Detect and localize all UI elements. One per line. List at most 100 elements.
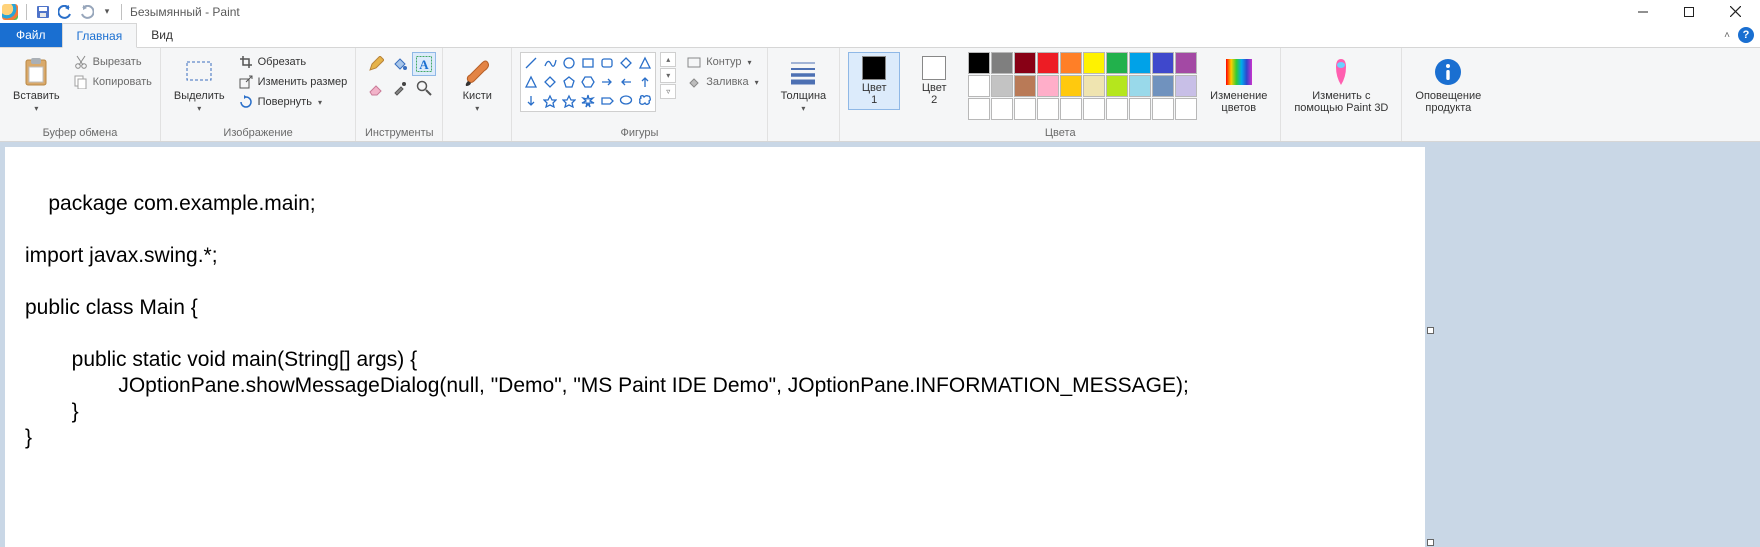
shape-item[interactable]	[522, 73, 540, 91]
shape-item[interactable]	[617, 92, 635, 110]
shape-item[interactable]	[579, 73, 597, 91]
save-icon[interactable]	[35, 4, 51, 20]
file-tab[interactable]: Файл	[0, 23, 62, 47]
open-paint3d-button[interactable]: Изменить с помощью Paint 3D	[1289, 52, 1393, 118]
palette-swatch[interactable]	[1037, 52, 1059, 74]
edit-colors-button[interactable]: Изменение цветов	[1205, 52, 1272, 118]
qat-customize-icon[interactable]: ▾	[101, 4, 113, 20]
palette-swatch[interactable]	[1014, 98, 1036, 120]
color1-button[interactable]: Цвет 1	[848, 52, 900, 110]
tool-eraser[interactable]	[364, 76, 388, 100]
crop-button[interactable]: Обрезать	[238, 52, 348, 72]
shape-item[interactable]	[522, 92, 540, 110]
shape-fill-button[interactable]: Заливка ▾	[686, 72, 758, 92]
canvas[interactable]: package com.example.main; import javax.s…	[5, 147, 1425, 547]
shape-item[interactable]	[541, 54, 559, 72]
palette-swatch[interactable]	[968, 98, 990, 120]
palette-swatch[interactable]	[991, 98, 1013, 120]
shape-item[interactable]	[579, 54, 597, 72]
shapes-scroll-up[interactable]: ▴	[660, 52, 676, 67]
tab-view[interactable]: Вид	[137, 23, 187, 47]
canvas-workspace[interactable]: package com.example.main; import javax.s…	[0, 142, 1760, 547]
resize-handle-right[interactable]	[1427, 327, 1434, 334]
product-notice-button[interactable]: Оповещение продукта	[1410, 52, 1486, 118]
resize-button[interactable]: Изменить размер	[238, 72, 348, 92]
brush-icon	[461, 56, 493, 88]
palette-swatch[interactable]	[1175, 75, 1197, 97]
maximize-button[interactable]	[1666, 0, 1712, 23]
palette-swatch[interactable]	[1014, 52, 1036, 74]
shape-item[interactable]	[617, 73, 635, 91]
shapes-scroll-down[interactable]: ▾	[660, 68, 676, 83]
tool-pencil[interactable]	[364, 52, 388, 76]
copy-button[interactable]: Копировать	[73, 72, 152, 92]
palette-swatch[interactable]	[1106, 75, 1128, 97]
paste-button[interactable]: Вставить ▾	[8, 52, 65, 117]
tool-magnifier[interactable]	[412, 76, 436, 100]
thickness-button[interactable]: Толщина ▾	[776, 52, 832, 117]
tab-home[interactable]: Главная	[62, 23, 138, 48]
palette-swatch[interactable]	[991, 75, 1013, 97]
resize-handle-corner[interactable]	[1427, 539, 1434, 546]
palette-swatch[interactable]	[1014, 75, 1036, 97]
palette-swatch[interactable]	[1152, 52, 1174, 74]
collapse-ribbon-icon[interactable]: ˄	[1724, 30, 1730, 41]
shape-item[interactable]	[560, 92, 578, 110]
tool-color-picker[interactable]	[388, 76, 412, 100]
palette-swatch[interactable]	[1106, 52, 1128, 74]
palette-swatch[interactable]	[1175, 98, 1197, 120]
cut-button[interactable]: Вырезать	[73, 52, 152, 72]
shape-item[interactable]	[579, 92, 597, 110]
group-paint3d: Изменить с помощью Paint 3D	[1281, 48, 1402, 141]
palette-swatch[interactable]	[1152, 75, 1174, 97]
palette-swatch[interactable]	[1129, 75, 1151, 97]
shape-item[interactable]	[560, 73, 578, 91]
shape-item[interactable]	[541, 92, 559, 110]
palette-swatch[interactable]	[1175, 52, 1197, 74]
palette-swatch[interactable]	[1060, 52, 1082, 74]
palette-swatch[interactable]	[968, 52, 990, 74]
shape-item[interactable]	[598, 92, 616, 110]
color2-button[interactable]: Цвет 2	[908, 52, 960, 110]
tool-fill[interactable]	[388, 52, 412, 76]
shape-item[interactable]	[598, 54, 616, 72]
shape-item[interactable]	[560, 54, 578, 72]
quick-access-toolbar: ▾	[2, 4, 124, 20]
shape-item[interactable]	[598, 73, 616, 91]
palette-swatch[interactable]	[1152, 98, 1174, 120]
palette-swatch[interactable]	[1037, 75, 1059, 97]
palette-swatch[interactable]	[1037, 98, 1059, 120]
title-bar: ▾ Безымянный - Paint	[0, 0, 1760, 23]
shape-item[interactable]	[617, 54, 635, 72]
shape-item[interactable]	[522, 54, 540, 72]
redo-icon[interactable]	[79, 4, 95, 20]
shapes-gallery[interactable]	[520, 52, 656, 112]
rotate-button[interactable]: Повернуть ▾	[238, 92, 348, 112]
palette-swatch[interactable]	[1083, 52, 1105, 74]
palette-swatch[interactable]	[1129, 52, 1151, 74]
palette-swatch[interactable]	[1106, 98, 1128, 120]
palette-swatch[interactable]	[1060, 98, 1082, 120]
chevron-down-icon: ▾	[748, 58, 752, 67]
shapes-expand[interactable]: ▿	[660, 84, 676, 99]
shape-item[interactable]	[636, 92, 654, 110]
close-button[interactable]	[1712, 0, 1758, 23]
shape-item[interactable]	[541, 73, 559, 91]
palette-swatch[interactable]	[968, 75, 990, 97]
palette-swatch[interactable]	[1060, 75, 1082, 97]
palette-swatch[interactable]	[1129, 98, 1151, 120]
shape-outline-button[interactable]: Контур ▾	[686, 52, 758, 72]
minimize-button[interactable]	[1620, 0, 1666, 23]
paint3d-icon	[1325, 56, 1357, 88]
palette-swatch[interactable]	[1083, 75, 1105, 97]
help-icon[interactable]: ?	[1738, 27, 1754, 43]
palette-swatch[interactable]	[1083, 98, 1105, 120]
brushes-button[interactable]: Кисти ▾	[451, 52, 503, 117]
shape-item[interactable]	[636, 73, 654, 91]
undo-icon[interactable]	[57, 4, 73, 20]
palette-swatch[interactable]	[991, 52, 1013, 74]
shape-item[interactable]	[636, 54, 654, 72]
resize-label: Изменить размер	[258, 76, 348, 88]
tool-text[interactable]: A	[412, 52, 436, 76]
select-button[interactable]: Выделить ▾	[169, 52, 230, 117]
